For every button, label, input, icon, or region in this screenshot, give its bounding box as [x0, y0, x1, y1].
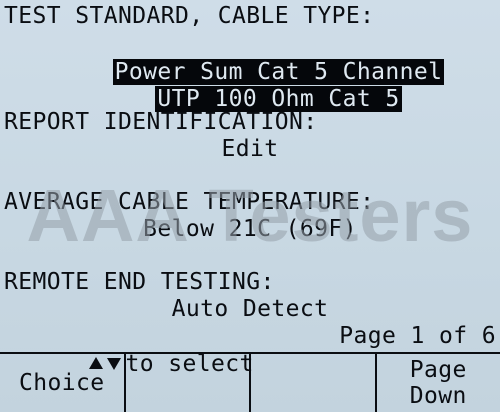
softkey-page-down[interactable]: Page Down — [374, 354, 500, 412]
softkey-choice[interactable]: Choice — [0, 354, 124, 412]
tester-screen: TEST STANDARD, CABLE TYPE: Power Sum Cat… — [0, 0, 500, 412]
average-cable-temperature-heading: AVERAGE CABLE TEMPERATURE: — [4, 189, 375, 215]
status-bar: to select Page 1 of 6 — [0, 322, 500, 377]
softkey-bar: Choice Page Down — [0, 352, 500, 412]
report-identification-heading: REPORT IDENTIFICATION: — [4, 109, 318, 135]
remote-end-testing-value[interactable]: Auto Detect — [0, 295, 500, 323]
average-cable-temperature-value[interactable]: Below 21C (69F) — [0, 215, 500, 243]
remote-end-testing-heading: REMOTE END TESTING: — [4, 269, 275, 295]
softkey-3[interactable] — [249, 354, 375, 412]
report-identification-value[interactable]: Edit — [0, 135, 500, 163]
page-indicator: Page 1 of 6 — [339, 323, 496, 349]
test-standard-heading: TEST STANDARD, CABLE TYPE: — [4, 3, 375, 29]
softkey-2[interactable] — [123, 354, 250, 412]
